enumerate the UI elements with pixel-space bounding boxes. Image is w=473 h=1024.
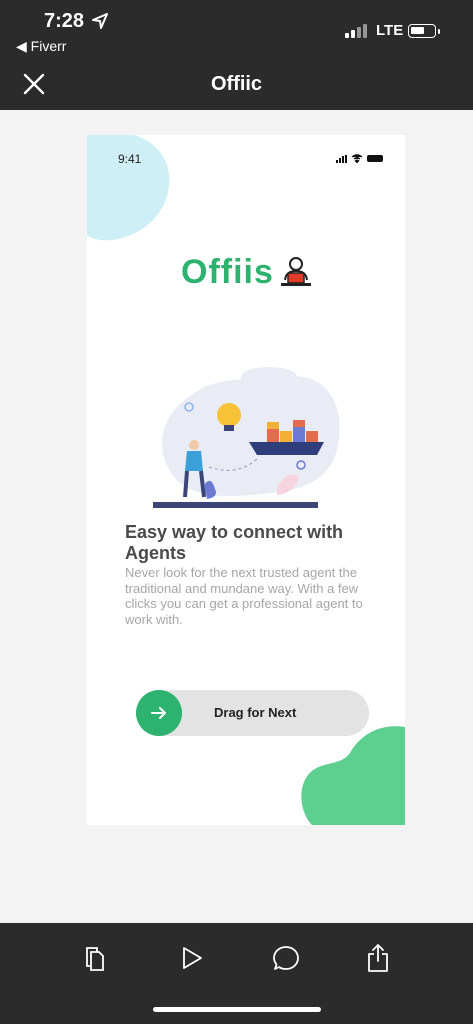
mockup-clock: 9:41: [118, 152, 142, 166]
share-button[interactable]: [361, 941, 395, 975]
mockup-signal-icon: [336, 154, 347, 163]
play-button[interactable]: [175, 941, 209, 975]
mockup-screen: 9:41 Offiis Easy way to connect with Age…: [87, 135, 405, 825]
comment-icon: [273, 946, 299, 970]
network-label: LTE: [376, 22, 404, 39]
play-icon: [183, 947, 202, 969]
signal-icon: [345, 24, 367, 38]
preview-viewer: 9:41 Offiis Easy way to connect with Age…: [0, 110, 473, 923]
drag-handle[interactable]: [136, 690, 182, 736]
mockup-wifi-icon: [351, 154, 363, 163]
mockup-battery-icon: [367, 155, 383, 162]
back-to-app-link[interactable]: ◀ Fiverr: [16, 38, 66, 55]
decor-blob-bottom: [301, 726, 405, 825]
drag-label: Drag for Next: [214, 705, 297, 720]
copy-icon: [86, 947, 104, 971]
arrow-right-icon: [151, 707, 166, 719]
bottom-toolbar: [0, 923, 473, 1024]
copy-button[interactable]: [78, 941, 112, 975]
drag-for-next-slider[interactable]: Drag for Next: [136, 690, 369, 736]
share-icon: [368, 944, 388, 972]
battery-icon: [408, 24, 440, 38]
status-bar: 7:28 ◀ Fiverr LTE: [0, 0, 473, 60]
agent-laptop-icon: [280, 257, 311, 286]
clock: 7:28: [44, 10, 85, 32]
shipping-agent-illustration: [153, 367, 340, 508]
comment-button[interactable]: [269, 941, 303, 975]
description: Never look for the next trusted agent th…: [125, 565, 363, 627]
headline: Easy way to connect with Agents: [125, 522, 344, 563]
logo-text: Offiis: [181, 253, 274, 291]
location-arrow-icon: [92, 13, 108, 29]
page-title: Offiic: [210, 73, 263, 95]
nav-bar: Offiic: [0, 60, 473, 110]
app-logo: Offiis: [181, 253, 312, 292]
home-indicator: [153, 1007, 321, 1012]
mockup-status-icons: [336, 154, 383, 163]
